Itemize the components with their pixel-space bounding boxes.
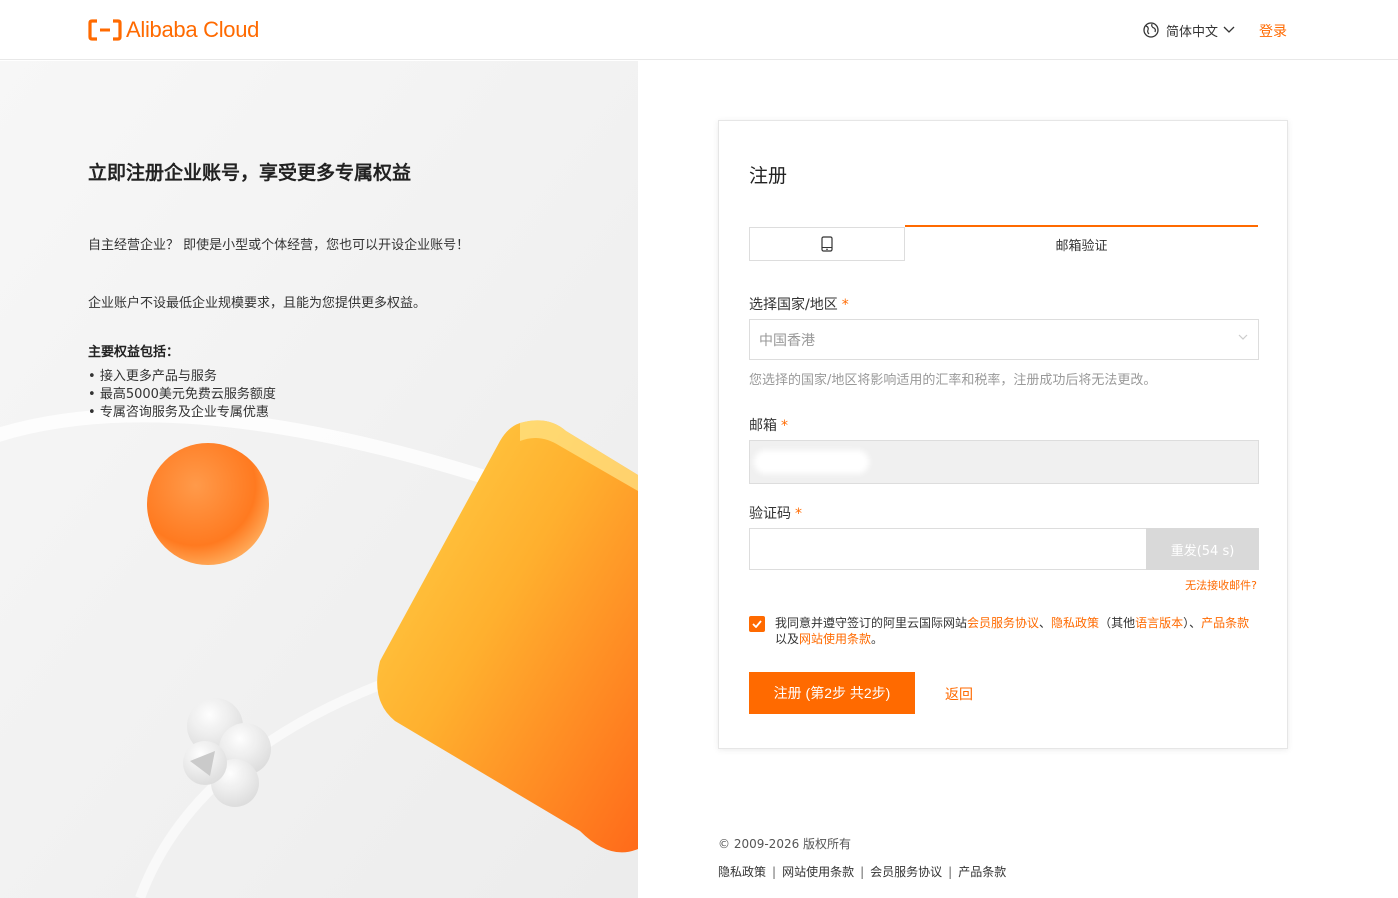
footer-separator: | — [948, 864, 953, 879]
form-title: 注册 — [749, 165, 788, 187]
footer-separator: | — [772, 864, 777, 879]
agreement-separator: 、 — [1039, 616, 1052, 630]
checkmark-icon — [752, 620, 762, 628]
country-select[interactable]: 中国香港 — [749, 319, 1259, 360]
email-field[interactable] — [749, 440, 1259, 484]
redacted-email-value — [754, 450, 869, 474]
agreement-text: 我同意并遵守签订的阿里云国际网站会员服务协议、隐私政策（其他语言版本）、产品条款… — [775, 615, 1259, 647]
code-label-text: 验证码 — [749, 506, 791, 522]
required-asterisk: * — [781, 418, 788, 434]
footer-links: 隐私政策 | 网站使用条款 | 会员服务协议 | 产品条款 — [718, 863, 1006, 880]
language-selector[interactable]: 简体中文 — [1143, 20, 1242, 40]
footer-separator: | — [860, 864, 865, 879]
footer-member-agreement-link[interactable]: 会员服务协议 — [870, 863, 942, 880]
footer-product-terms-link[interactable]: 产品条款 — [958, 863, 1006, 880]
required-asterisk: * — [841, 297, 849, 313]
email-label: 邮箱 * — [749, 415, 788, 435]
country-label-text: 选择国家/地区 — [749, 297, 838, 313]
list-item: 接入更多产品与服务 — [88, 368, 276, 386]
decorative-illustration — [0, 61, 638, 898]
copyright-text: © 2009-2026 版权所有 — [718, 837, 852, 851]
chevron-down-icon — [1223, 26, 1235, 33]
resend-code-button[interactable]: 重发(54 s) — [1146, 528, 1259, 570]
promo-paragraph-1: 自主经营企业？ 即使是小型或个体经营，您也可以开设企业账号！ — [88, 238, 470, 253]
globe-icon — [1143, 22, 1159, 38]
email-label-text: 邮箱 — [749, 418, 777, 434]
promo-title: 立即注册企业账号，享受更多专属权益 — [88, 162, 412, 184]
tab-phone-verification[interactable] — [749, 227, 905, 261]
promo-paragraph-2: 企业账户不设最低企业规模要求，且能为您提供更多权益。 — [88, 296, 427, 311]
top-header: Alibaba Cloud 简体中文 登录 — [0, 0, 1398, 60]
chevron-down-icon — [1238, 334, 1248, 340]
agreement-and: 以及 — [775, 632, 800, 646]
website-terms-link[interactable]: 网站使用条款 — [799, 632, 871, 646]
language-version-link[interactable]: 语言版本 — [1135, 616, 1183, 630]
mobile-phone-icon — [821, 236, 833, 252]
back-link[interactable]: 返回 — [945, 684, 973, 704]
member-agreement-link[interactable]: 会员服务协议 — [967, 616, 1039, 630]
footer-privacy-link[interactable]: 隐私政策 — [718, 863, 766, 880]
footer-website-terms-link[interactable]: 网站使用条款 — [782, 863, 854, 880]
agreement-checkbox[interactable] — [749, 616, 765, 632]
privacy-policy-link[interactable]: 隐私政策 — [1051, 616, 1099, 630]
logo-text: Alibaba Cloud — [126, 17, 260, 42]
language-label: 简体中文 — [1166, 24, 1219, 40]
list-item: 最高5000美元免费云服务额度 — [88, 386, 276, 404]
logo-bracket-icon — [88, 19, 122, 41]
product-terms-link[interactable]: 产品条款 — [1201, 616, 1249, 630]
benefits-list: 接入更多产品与服务 最高5000美元免费云服务额度 专属咨询服务及企业专属优惠 — [88, 368, 276, 422]
agreement-prefix: 我同意并遵守签订的阿里云国际网站 — [775, 616, 968, 630]
agreement-other-prefix: （其他 — [1099, 616, 1136, 630]
agreement-other-suffix: ）、 — [1183, 616, 1202, 630]
benefits-title: 主要权益包括： — [88, 345, 180, 360]
promo-panel: 立即注册企业账号，享受更多专属权益 自主经营企业？ 即使是小型或个体经营，您也可… — [0, 61, 638, 898]
country-label: 选择国家/地区 * — [749, 294, 849, 314]
list-item: 专属咨询服务及企业专属优惠 — [88, 404, 276, 422]
country-hint: 您选择的国家/地区将影响适用的汇率和税率，注册成功后将无法更改。 — [749, 373, 1157, 388]
agreement-end: 。 — [871, 632, 884, 646]
country-select-value: 中国香港 — [759, 332, 815, 349]
tab-email-verification[interactable]: 邮箱验证 — [905, 225, 1258, 261]
code-label: 验证码 * — [749, 503, 802, 523]
required-asterisk: * — [795, 506, 802, 522]
cannot-receive-email-link[interactable]: 无法接收邮件? — [1185, 577, 1257, 593]
register-submit-button[interactable]: 注册 (第2步 共2步) — [749, 672, 915, 714]
alibaba-cloud-logo[interactable]: Alibaba Cloud — [88, 16, 259, 44]
login-link[interactable]: 登录 — [1259, 21, 1287, 41]
verification-code-input[interactable] — [749, 528, 1147, 570]
registration-card: 注册 邮箱验证 选择国家/地区 * 中国香港 您选择的国家/地区将影响适用的汇率和… — [718, 120, 1288, 749]
